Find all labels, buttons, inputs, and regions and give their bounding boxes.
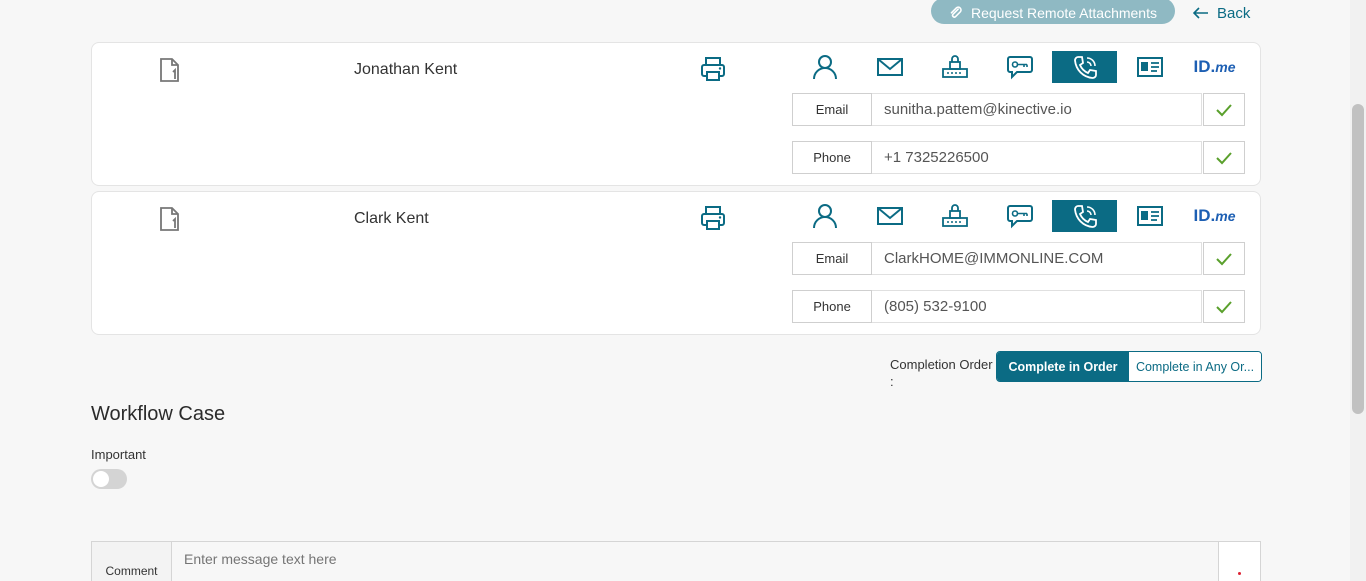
phone-row: Phone (805) 532-9100 <box>792 290 1245 323</box>
auth-otp[interactable] <box>987 200 1052 232</box>
phone-icon <box>1073 56 1097 79</box>
signer-name: Clark Kent <box>354 210 429 227</box>
email-field[interactable]: sunitha.pattem@kinective.io <box>872 93 1202 126</box>
back-label: Back <box>1217 4 1251 22</box>
id-card-icon <box>1136 206 1163 226</box>
signer-name: Jonathan Kent <box>354 61 458 78</box>
signer-card: Jonathan Kent ID.me Email sunitha.pattem… <box>91 42 1261 186</box>
request-remote-attachments-button[interactable]: Request Remote Attachments <box>931 0 1175 24</box>
scroll-thumb[interactable] <box>1352 104 1364 414</box>
auth-method-bar: ID.me <box>792 51 1247 83</box>
auth-email[interactable] <box>857 51 922 83</box>
comment-label: Comment <box>92 542 172 581</box>
request-remote-label: Request Remote Attachments <box>971 5 1157 21</box>
auth-method-bar: ID.me <box>792 200 1247 232</box>
phone-field[interactable]: +1 7325226500 <box>872 141 1202 174</box>
phone-verify[interactable] <box>1203 141 1245 174</box>
auth-id-card[interactable] <box>1117 51 1182 83</box>
signer-card: Clark Kent ID.me Email ClarkHOME@IMMONLI… <box>91 191 1261 335</box>
auth-network[interactable] <box>922 51 987 83</box>
complete-in-any-order-option[interactable]: Complete in Any Or... <box>1129 352 1261 381</box>
comment-side <box>1218 542 1260 581</box>
idme-logo: ID.me <box>1193 57 1236 76</box>
workflow-case-title: Workflow Case <box>91 403 226 425</box>
required-mark <box>1238 572 1241 575</box>
email-row: Email sunitha.pattem@kinective.io <box>792 93 1245 126</box>
envelope-icon <box>876 58 903 76</box>
phone-label: Phone <box>792 141 872 174</box>
comment-box: Comment <box>91 541 1261 581</box>
email-verify[interactable] <box>1203 242 1245 275</box>
auth-person[interactable] <box>792 51 857 83</box>
auth-id-card[interactable] <box>1117 200 1182 232</box>
email-row: Email ClarkHOME@IMMONLINE.COM <box>792 242 1245 275</box>
auth-person[interactable] <box>792 200 857 232</box>
email-field[interactable]: ClarkHOME@IMMONLINE.COM <box>872 242 1202 275</box>
email-label: Email <box>792 93 872 126</box>
printer-icon[interactable] <box>699 204 727 232</box>
otp-chat-icon <box>1006 56 1033 80</box>
completion-order-toggle: Complete in Order Complete in Any Or... <box>996 351 1262 382</box>
paperclip-icon <box>950 6 962 18</box>
otp-chat-icon <box>1006 205 1033 229</box>
email-label: Email <box>792 242 872 275</box>
document-icon <box>160 58 179 82</box>
document-icon <box>160 207 179 231</box>
back-link[interactable]: Back <box>1193 5 1250 22</box>
id-card-icon <box>1136 57 1163 77</box>
auth-phone[interactable] <box>1052 200 1117 232</box>
person-icon <box>812 204 837 229</box>
person-icon <box>812 55 837 80</box>
auth-otp[interactable] <box>987 51 1052 83</box>
auth-phone[interactable] <box>1052 51 1117 83</box>
idme-logo: ID.me <box>1193 206 1236 225</box>
email-verify[interactable] <box>1203 93 1245 126</box>
phone-row: Phone +1 7325226500 <box>792 141 1245 174</box>
router-icon <box>941 55 968 78</box>
printer-icon[interactable] <box>699 55 727 83</box>
check-icon <box>1216 300 1232 313</box>
auth-idme[interactable]: ID.me <box>1182 200 1247 232</box>
important-label: Important <box>91 447 146 462</box>
router-icon <box>941 204 968 227</box>
auth-network[interactable] <box>922 200 987 232</box>
auth-idme[interactable]: ID.me <box>1182 51 1247 83</box>
important-toggle[interactable] <box>91 469 127 489</box>
envelope-icon <box>876 207 903 225</box>
complete-in-order-option[interactable]: Complete in Order <box>997 352 1129 381</box>
top-actions: Request Remote Attachments Back <box>931 0 1250 26</box>
comment-input[interactable] <box>172 542 1218 581</box>
phone-label: Phone <box>792 290 872 323</box>
scrollbar[interactable] <box>1350 0 1366 581</box>
check-icon <box>1216 151 1232 164</box>
phone-icon <box>1073 205 1097 228</box>
arrow-left-icon <box>1193 7 1208 19</box>
completion-order-label: Completion Order : <box>890 357 993 389</box>
check-icon <box>1216 103 1232 116</box>
phone-field[interactable]: (805) 532-9100 <box>872 290 1202 323</box>
auth-email[interactable] <box>857 200 922 232</box>
check-icon <box>1216 252 1232 265</box>
phone-verify[interactable] <box>1203 290 1245 323</box>
